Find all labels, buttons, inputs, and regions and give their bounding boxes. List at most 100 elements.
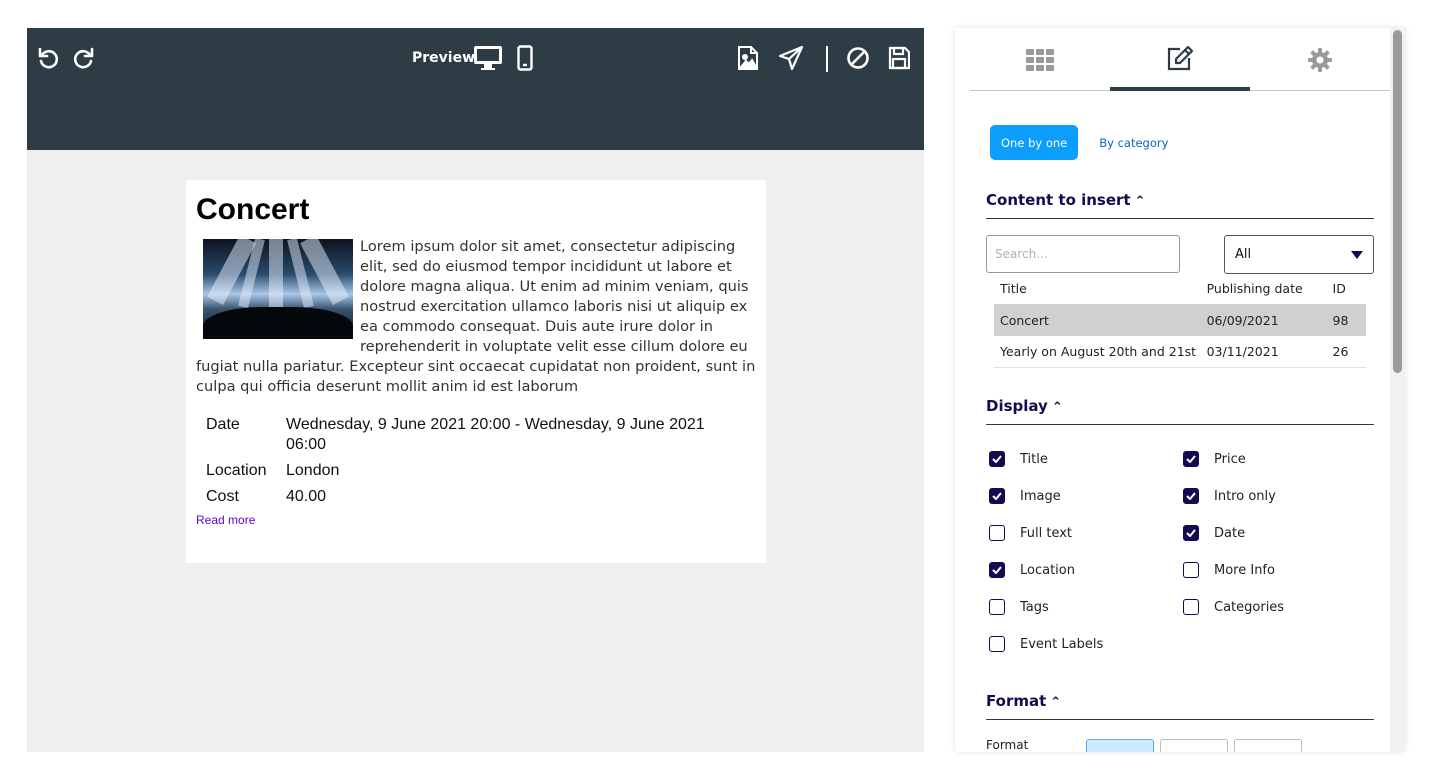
tab-grid[interactable] <box>970 28 1110 91</box>
content-table: Title Publishing date ID Concert 06/09/2… <box>994 273 1366 368</box>
checkbox-price[interactable]: Price <box>1183 451 1246 467</box>
detail-row-date: Date Wednesday, 9 June 2021 20:00 - Wedn… <box>206 415 756 455</box>
checkbox-full-text[interactable]: Full text <box>989 525 1072 541</box>
format-option[interactable] <box>1160 739 1228 752</box>
tab-settings[interactable] <box>1250 28 1390 91</box>
section-title: Display <box>986 397 1048 415</box>
cancel-icon[interactable] <box>845 45 871 71</box>
settings-panel: One by one By category Content to insert… <box>955 28 1405 752</box>
category-filter-select[interactable]: All <box>1224 235 1374 274</box>
checkbox-tags[interactable]: Tags <box>989 599 1049 615</box>
cell-date: 06/09/2021 <box>1206 312 1279 328</box>
format-label: Format <box>986 738 1029 752</box>
check-icon <box>1186 492 1196 500</box>
checkbox-label: Tags <box>1020 599 1049 615</box>
checkbox-box[interactable] <box>989 488 1005 504</box>
panel-tabs <box>970 28 1390 91</box>
article-image <box>203 239 353 339</box>
checkbox-event-labels[interactable]: Event Labels <box>989 636 1103 652</box>
desktop-icon[interactable] <box>473 44 503 72</box>
format-option[interactable] <box>1234 739 1302 752</box>
by-category-button[interactable]: By category <box>1090 127 1177 158</box>
checkbox-date[interactable]: Date <box>1183 525 1245 541</box>
column-header: Publishing date <box>1206 281 1303 296</box>
chevron-up-icon: ⌃ <box>1050 695 1062 710</box>
checkbox-title[interactable]: Title <box>989 451 1048 467</box>
checkbox-label: Categories <box>1214 599 1285 615</box>
checkbox-label: Event Labels <box>1020 636 1104 652</box>
detail-label: Date <box>206 416 240 433</box>
checkbox-box[interactable] <box>1183 599 1199 615</box>
checkbox-box[interactable] <box>989 599 1005 615</box>
table-row[interactable]: Yearly on August 20th and 21st 03/11/202… <box>994 336 1366 368</box>
checkbox-box[interactable] <box>1183 525 1199 541</box>
mode-toggle: One by one By category <box>992 127 1177 158</box>
checkbox-box[interactable] <box>1183 488 1199 504</box>
chevron-up-icon: ⌃ <box>1134 194 1146 209</box>
scrollbar-thumb[interactable] <box>1393 30 1402 373</box>
read-more-link[interactable]: Read more <box>196 513 756 527</box>
edit-icon <box>1167 45 1194 70</box>
caret-down-icon <box>1351 250 1363 259</box>
checkbox-more-info[interactable]: More Info <box>1183 562 1275 578</box>
panel-scrollbar[interactable] <box>1390 28 1405 752</box>
column-header: Title <box>1000 281 1027 296</box>
undo-icon[interactable] <box>35 45 61 71</box>
mobile-icon[interactable] <box>516 44 534 72</box>
checkbox-label: Location <box>1020 562 1075 578</box>
section-title: Format <box>986 692 1047 710</box>
event-details: Date Wednesday, 9 June 2021 20:00 - Wedn… <box>206 415 756 507</box>
detail-value: London <box>286 462 340 479</box>
table-header: Title Publishing date ID <box>994 273 1366 304</box>
image-icon[interactable] <box>735 44 761 72</box>
checkbox-label: Full text <box>1020 525 1073 541</box>
cell-date: 03/11/2021 <box>1206 344 1279 359</box>
search-input[interactable] <box>986 235 1180 273</box>
app-root: Preview Concert Lorem ipsum dolor sit am… <box>0 0 1436 772</box>
content-section-header[interactable]: Content to insert ⌃ <box>986 191 1374 219</box>
section-title: Content to insert <box>986 191 1131 209</box>
table-row[interactable]: Concert 06/09/2021 98 <box>994 304 1366 336</box>
checkbox-box[interactable] <box>989 525 1005 541</box>
check-icon <box>992 455 1002 463</box>
detail-label: Location <box>206 462 267 479</box>
one-by-one-button[interactable]: One by one <box>992 127 1077 158</box>
editor-toolbar: Preview <box>27 28 924 150</box>
checkbox-label: Date <box>1214 525 1246 541</box>
cell-title: Yearly on August 20th and 21st <box>1000 344 1197 359</box>
detail-label: Cost <box>206 488 239 505</box>
cell-id: 98 <box>1332 312 1349 328</box>
column-header: ID <box>1332 281 1346 296</box>
check-icon <box>1186 455 1196 463</box>
checkbox-categories[interactable]: Categories <box>1183 599 1284 615</box>
check-icon <box>1186 529 1196 537</box>
detail-row-cost: Cost 40.00 <box>206 487 756 507</box>
cell-title: Concert <box>1000 312 1049 328</box>
detail-value: Wednesday, 9 June 2021 20:00 - Wednesday… <box>286 416 705 453</box>
check-icon <box>992 492 1002 500</box>
checkbox-box[interactable] <box>1183 451 1199 467</box>
redo-icon[interactable] <box>71 45 97 71</box>
check-icon <box>992 566 1002 574</box>
editor-canvas: Preview Concert Lorem ipsum dolor sit am… <box>27 28 924 752</box>
article-preview: Concert Lorem ipsum dolor sit amet, cons… <box>186 180 766 563</box>
article-title: Concert <box>196 193 310 226</box>
display-section-header[interactable]: Display ⌃ <box>986 397 1374 425</box>
format-section-header[interactable]: Format ⌃ <box>986 692 1374 720</box>
cell-id: 26 <box>1332 344 1349 359</box>
checkbox-box[interactable] <box>989 636 1005 652</box>
toolbar-separator <box>826 46 828 72</box>
detail-value: 40.00 <box>286 488 327 505</box>
save-icon[interactable] <box>886 45 912 71</box>
checkbox-image[interactable]: Image <box>989 488 1061 504</box>
checkbox-box[interactable] <box>989 451 1005 467</box>
chevron-up-icon: ⌃ <box>1051 400 1063 415</box>
send-icon[interactable] <box>777 44 805 72</box>
tab-edit[interactable] <box>1110 28 1250 91</box>
checkbox-box[interactable] <box>989 562 1005 578</box>
checkbox-location[interactable]: Location <box>989 562 1075 578</box>
checkbox-intro-only[interactable]: Intro only <box>1183 488 1276 504</box>
checkbox-box[interactable] <box>1183 562 1199 578</box>
format-option[interactable] <box>1086 739 1154 752</box>
select-value: All <box>1235 247 1252 262</box>
